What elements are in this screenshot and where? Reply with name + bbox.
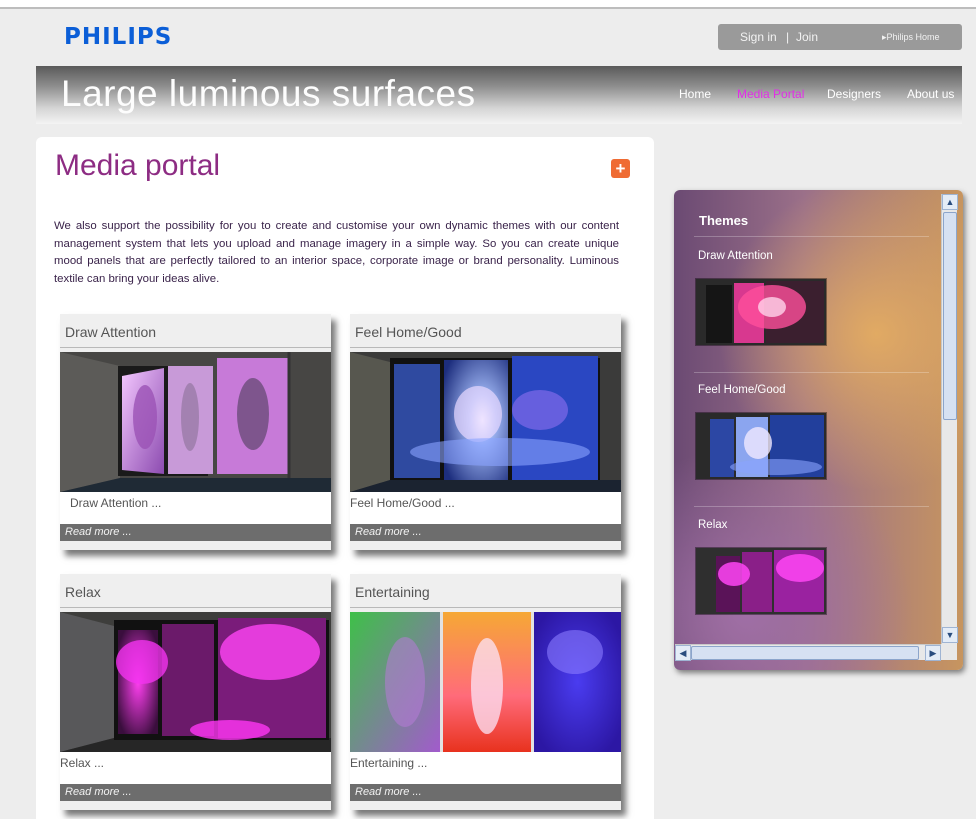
intro-text: We also support the possibility for you … xyxy=(54,220,619,285)
philips-logo[interactable]: PHILIPS xyxy=(64,24,172,50)
vertical-scroll-thumb[interactable] xyxy=(943,212,957,420)
read-more-link[interactable]: Read more ... xyxy=(350,784,621,801)
horizontal-scroll-thumb[interactable] xyxy=(691,646,919,660)
user-bar: Sign in | Join ▸Philips Home xyxy=(718,24,962,50)
theme-label-feel-home-good[interactable]: Feel Home/Good xyxy=(698,384,786,396)
card-description: Entertaining ... xyxy=(350,756,428,770)
read-more-link[interactable]: Read more ... xyxy=(350,524,621,541)
card-divider xyxy=(60,347,331,348)
nav-media-portal[interactable]: Media Portal xyxy=(737,87,804,101)
nav-designers[interactable]: Designers xyxy=(827,87,881,101)
theme-card-entertaining: Entertaining Entertaining ... Read more … xyxy=(350,574,621,810)
scroll-left-arrow-icon[interactable]: ◀ xyxy=(675,645,691,661)
sign-in-link[interactable]: Sign in xyxy=(740,30,777,44)
themes-vertical-scrollbar[interactable]: ▲ ▼ xyxy=(941,194,958,659)
card-title: Relax xyxy=(65,584,101,600)
card-title: Feel Home/Good xyxy=(355,324,462,340)
entertaining-image[interactable] xyxy=(350,612,621,752)
feel-home-good-image[interactable] xyxy=(350,352,621,492)
page-banner: Large luminous surfaces Home Media Porta… xyxy=(36,66,962,124)
themes-title: Themes xyxy=(699,213,749,228)
media-portal-panel: Media portal + We also support the possi… xyxy=(36,137,654,819)
card-title: Draw Attention xyxy=(65,324,157,340)
join-link[interactable]: Join xyxy=(796,30,818,44)
top-border xyxy=(0,0,976,9)
nav-about-us[interactable]: About us xyxy=(907,87,954,101)
card-divider xyxy=(350,347,621,348)
theme-label-draw-attention[interactable]: Draw Attention xyxy=(698,250,773,262)
theme-card-feel-home-good: Feel Home/Good Feel Home/Good ... Read m… xyxy=(350,314,621,550)
read-more-link[interactable]: Read more ... xyxy=(60,524,331,541)
card-divider xyxy=(350,607,621,608)
themes-divider xyxy=(694,236,929,237)
card-divider xyxy=(60,607,331,608)
scrollbar-corner xyxy=(941,644,957,660)
user-bar-separator: | xyxy=(786,30,790,44)
card-title: Entertaining xyxy=(355,584,430,600)
themes-divider xyxy=(694,372,929,373)
themes-divider xyxy=(694,506,929,507)
theme-thumb-relax[interactable] xyxy=(695,547,827,615)
banner-title: Large luminous surfaces xyxy=(61,73,476,114)
card-description: Feel Home/Good ... xyxy=(350,496,455,510)
relax-image[interactable] xyxy=(60,612,331,752)
scroll-right-arrow-icon[interactable]: ▶ xyxy=(925,645,941,661)
card-description: Relax ... xyxy=(60,756,105,770)
draw-attention-image[interactable] xyxy=(60,352,331,492)
theme-thumb-feel-home-good[interactable] xyxy=(695,412,827,480)
expand-plus-icon[interactable]: + xyxy=(611,159,630,178)
page-title: Media portal xyxy=(55,149,221,182)
read-more-link[interactable]: Read more ... xyxy=(60,784,331,801)
scroll-up-arrow-icon[interactable]: ▲ xyxy=(942,194,958,210)
nav-home[interactable]: Home xyxy=(679,87,711,101)
theme-label-relax[interactable]: Relax xyxy=(698,519,727,531)
card-description: Draw Attention ... xyxy=(70,496,162,510)
themes-panel: Themes Draw Attention Feel Home/Good Rel… xyxy=(674,190,963,670)
theme-thumb-draw-attention[interactable] xyxy=(695,278,827,346)
philips-home-link[interactable]: ▸Philips Home xyxy=(882,32,940,43)
theme-card-relax: Relax Relax ... Read more ... xyxy=(60,574,331,810)
theme-card-draw-attention: Draw Attention Draw Attention ... Read m… xyxy=(60,314,331,550)
themes-horizontal-scrollbar[interactable]: ◀ ▶ xyxy=(675,644,941,661)
scroll-down-arrow-icon[interactable]: ▼ xyxy=(942,627,958,643)
